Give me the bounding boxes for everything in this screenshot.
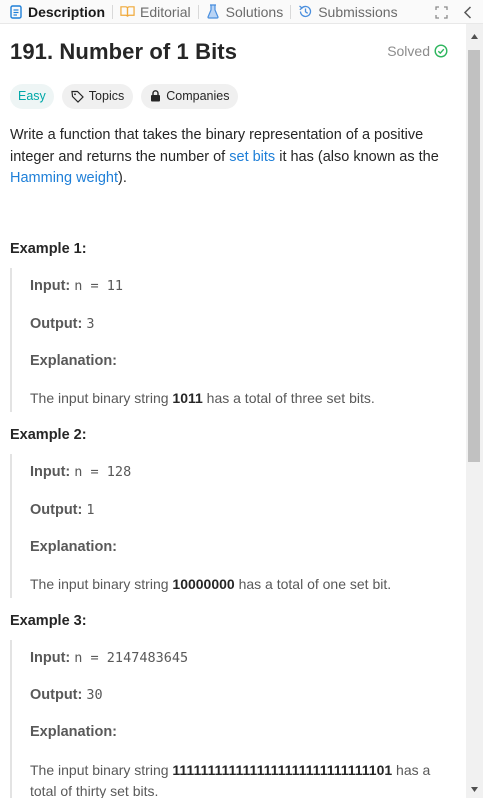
vertical-scrollbar[interactable] — [466, 24, 483, 798]
tab-editorial[interactable]: Editorial — [113, 0, 198, 24]
problem-statement: Write a function that takes the binary r… — [10, 125, 452, 190]
output-label: Output: — [30, 502, 83, 518]
tab-editorial-label: Editorial — [140, 3, 191, 20]
explanation-label: Explanation: — [30, 539, 118, 555]
difficulty-badge: Easy — [10, 83, 54, 109]
desc-text-3: ). — [118, 170, 127, 186]
explanation-label: Explanation: — [30, 353, 118, 369]
history-icon — [298, 4, 313, 19]
example-3-input: Input: n = 2147483645 — [30, 650, 188, 666]
tab-solutions[interactable]: Solutions — [199, 0, 291, 24]
input-label: Input: — [30, 650, 71, 666]
output-label: Output: — [30, 316, 83, 332]
example-3-title: Example 3: — [10, 613, 87, 629]
description-icon — [8, 4, 23, 19]
example-1-output-value: 3 — [86, 316, 95, 332]
example-3-input-value: n = 2147483645 — [74, 650, 189, 666]
scrollbar-thumb[interactable] — [468, 50, 480, 462]
hamming-weight-link[interactable]: Hamming weight — [10, 170, 118, 186]
book-icon — [120, 4, 135, 19]
example-2-input-value: n = 128 — [74, 464, 132, 480]
input-label: Input: — [30, 278, 71, 294]
tab-description[interactable]: Description — [0, 0, 112, 24]
example-3-output: Output: 30 — [30, 687, 103, 703]
example-1-title: Example 1: — [10, 241, 87, 257]
problem-title: 191. Number of 1 Bits — [10, 39, 238, 64]
lock-icon — [151, 90, 161, 102]
exp-binary: 1011 — [172, 390, 203, 406]
tab-bar: Description Editorial Solutions Submissi… — [0, 0, 483, 24]
example-3-explanation-label: Explanation: — [30, 724, 117, 740]
exp-binary: 1111111111111111111111111111101 — [172, 762, 393, 778]
companies-label: Companies — [166, 89, 230, 103]
tag-icon — [71, 90, 84, 103]
example-3-block: Input: n = 2147483645 Output: 30 Explana… — [10, 640, 454, 798]
exp-text: has a total of three set bits. — [202, 390, 375, 406]
tab-submissions[interactable]: Submissions — [291, 0, 404, 24]
input-label: Input: — [30, 464, 71, 480]
example-1-explanation: The input binary string 1011 has a total… — [30, 388, 458, 409]
explanation-label: Explanation: — [30, 724, 118, 740]
example-2-output-value: 1 — [86, 502, 95, 518]
fullscreen-icon[interactable] — [431, 2, 451, 22]
exp-text: has a total of one set bit. — [234, 576, 392, 592]
topics-button[interactable]: Topics — [61, 83, 134, 109]
example-2-input: Input: n = 128 — [30, 464, 131, 480]
example-1-input: Input: n = 11 — [30, 278, 123, 294]
example-2-title: Example 2: — [10, 427, 87, 443]
exp-text: The input binary string — [30, 390, 173, 406]
example-1-input-value: n = 11 — [74, 278, 124, 294]
example-3-explanation: The input binary string 1111111111111111… — [30, 760, 458, 798]
example-2-explanation-label: Explanation: — [30, 539, 117, 555]
example-3-output-value: 30 — [86, 687, 103, 703]
example-1-explanation-label: Explanation: — [30, 353, 117, 369]
scroll-down-arrow-icon[interactable] — [466, 781, 483, 798]
tabbar-actions — [431, 0, 483, 24]
tags-row: Easy Topics Companies — [10, 83, 454, 109]
desc-text-2: it has (also known as the — [275, 148, 439, 165]
exp-binary: 10000000 — [172, 576, 235, 592]
output-label: Output: — [30, 687, 83, 703]
example-2-output: Output: 1 — [30, 502, 95, 518]
set-bits-link[interactable]: set bits — [229, 149, 275, 165]
example-2-block: Input: n = 128 Output: 1 Explanation: Th… — [10, 454, 454, 598]
solved-label: Solved — [387, 43, 430, 59]
collapse-panel-icon[interactable] — [457, 2, 477, 22]
companies-button[interactable]: Companies — [141, 83, 239, 109]
example-1-output: Output: 3 — [30, 316, 95, 332]
topics-label: Topics — [88, 89, 125, 103]
tab-solutions-label: Solutions — [225, 3, 284, 20]
solved-status: Solved — [387, 43, 448, 59]
title-row: 191. Number of 1 Bits Solved — [10, 24, 454, 80]
tab-submissions-label: Submissions — [318, 3, 398, 20]
exp-text: The input binary string — [30, 762, 173, 778]
exp-text: The input binary string — [30, 576, 173, 592]
scroll-up-arrow-icon[interactable] — [466, 28, 483, 45]
example-1-block: Input: n = 11 Output: 3 Explanation: The… — [10, 268, 454, 412]
check-circle-icon — [434, 44, 448, 58]
tab-description-label: Description — [28, 3, 106, 20]
flask-icon — [206, 4, 221, 19]
example-2-explanation: The input binary string 10000000 has a t… — [30, 574, 458, 595]
